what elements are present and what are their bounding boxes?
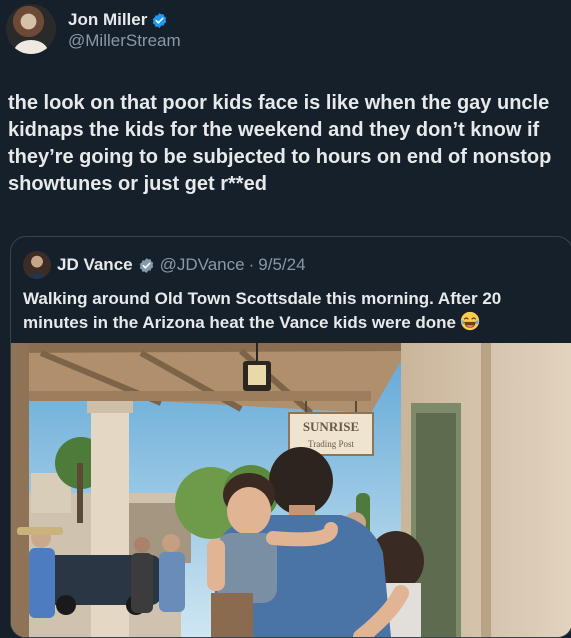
tweet-author-row: Jon Miller @MillerStream [6, 4, 181, 56]
tweet-text: the look on that poor kids face is like … [8, 92, 552, 195]
author-names: Jon Miller @MillerStream [68, 10, 181, 51]
sign-line-1: SUNRISE [303, 419, 359, 434]
quoted-author-avatar[interactable] [23, 251, 51, 279]
author-display-name[interactable]: Jon Miller [68, 10, 147, 30]
quoted-author-handle[interactable]: @JDVance [160, 255, 245, 275]
dot-separator: · [248, 255, 255, 274]
laughing-tears-emoji-icon [460, 311, 480, 331]
verified-badge-icon [153, 12, 167, 28]
quoted-tweet-date[interactable]: 9/5/24 [258, 255, 305, 275]
quoted-tweet-text: Walking around Old Town Scottsdale this … [23, 287, 553, 335]
sign-line-2: Trading Post [308, 439, 354, 449]
photo-scene: SUNRISE Trading Post [11, 343, 571, 637]
author-avatar[interactable] [6, 4, 56, 54]
author-handle[interactable]: @MillerStream [68, 31, 181, 51]
quoted-author-display-name[interactable]: JD Vance [57, 255, 133, 275]
author-name-line: Jon Miller [68, 10, 181, 30]
quoted-tweet-header: JD Vance @JDVance · 9/5/24 [23, 251, 306, 279]
quoted-tweet-text-content: Walking around Old Town Scottsdale this … [23, 289, 502, 332]
quoted-tweet-photo[interactable]: SUNRISE Trading Post [11, 343, 571, 637]
verified-badge-gray-icon [139, 257, 153, 273]
quoted-tweet-card[interactable]: JD Vance @JDVance · 9/5/24 Walking aroun… [10, 236, 571, 638]
